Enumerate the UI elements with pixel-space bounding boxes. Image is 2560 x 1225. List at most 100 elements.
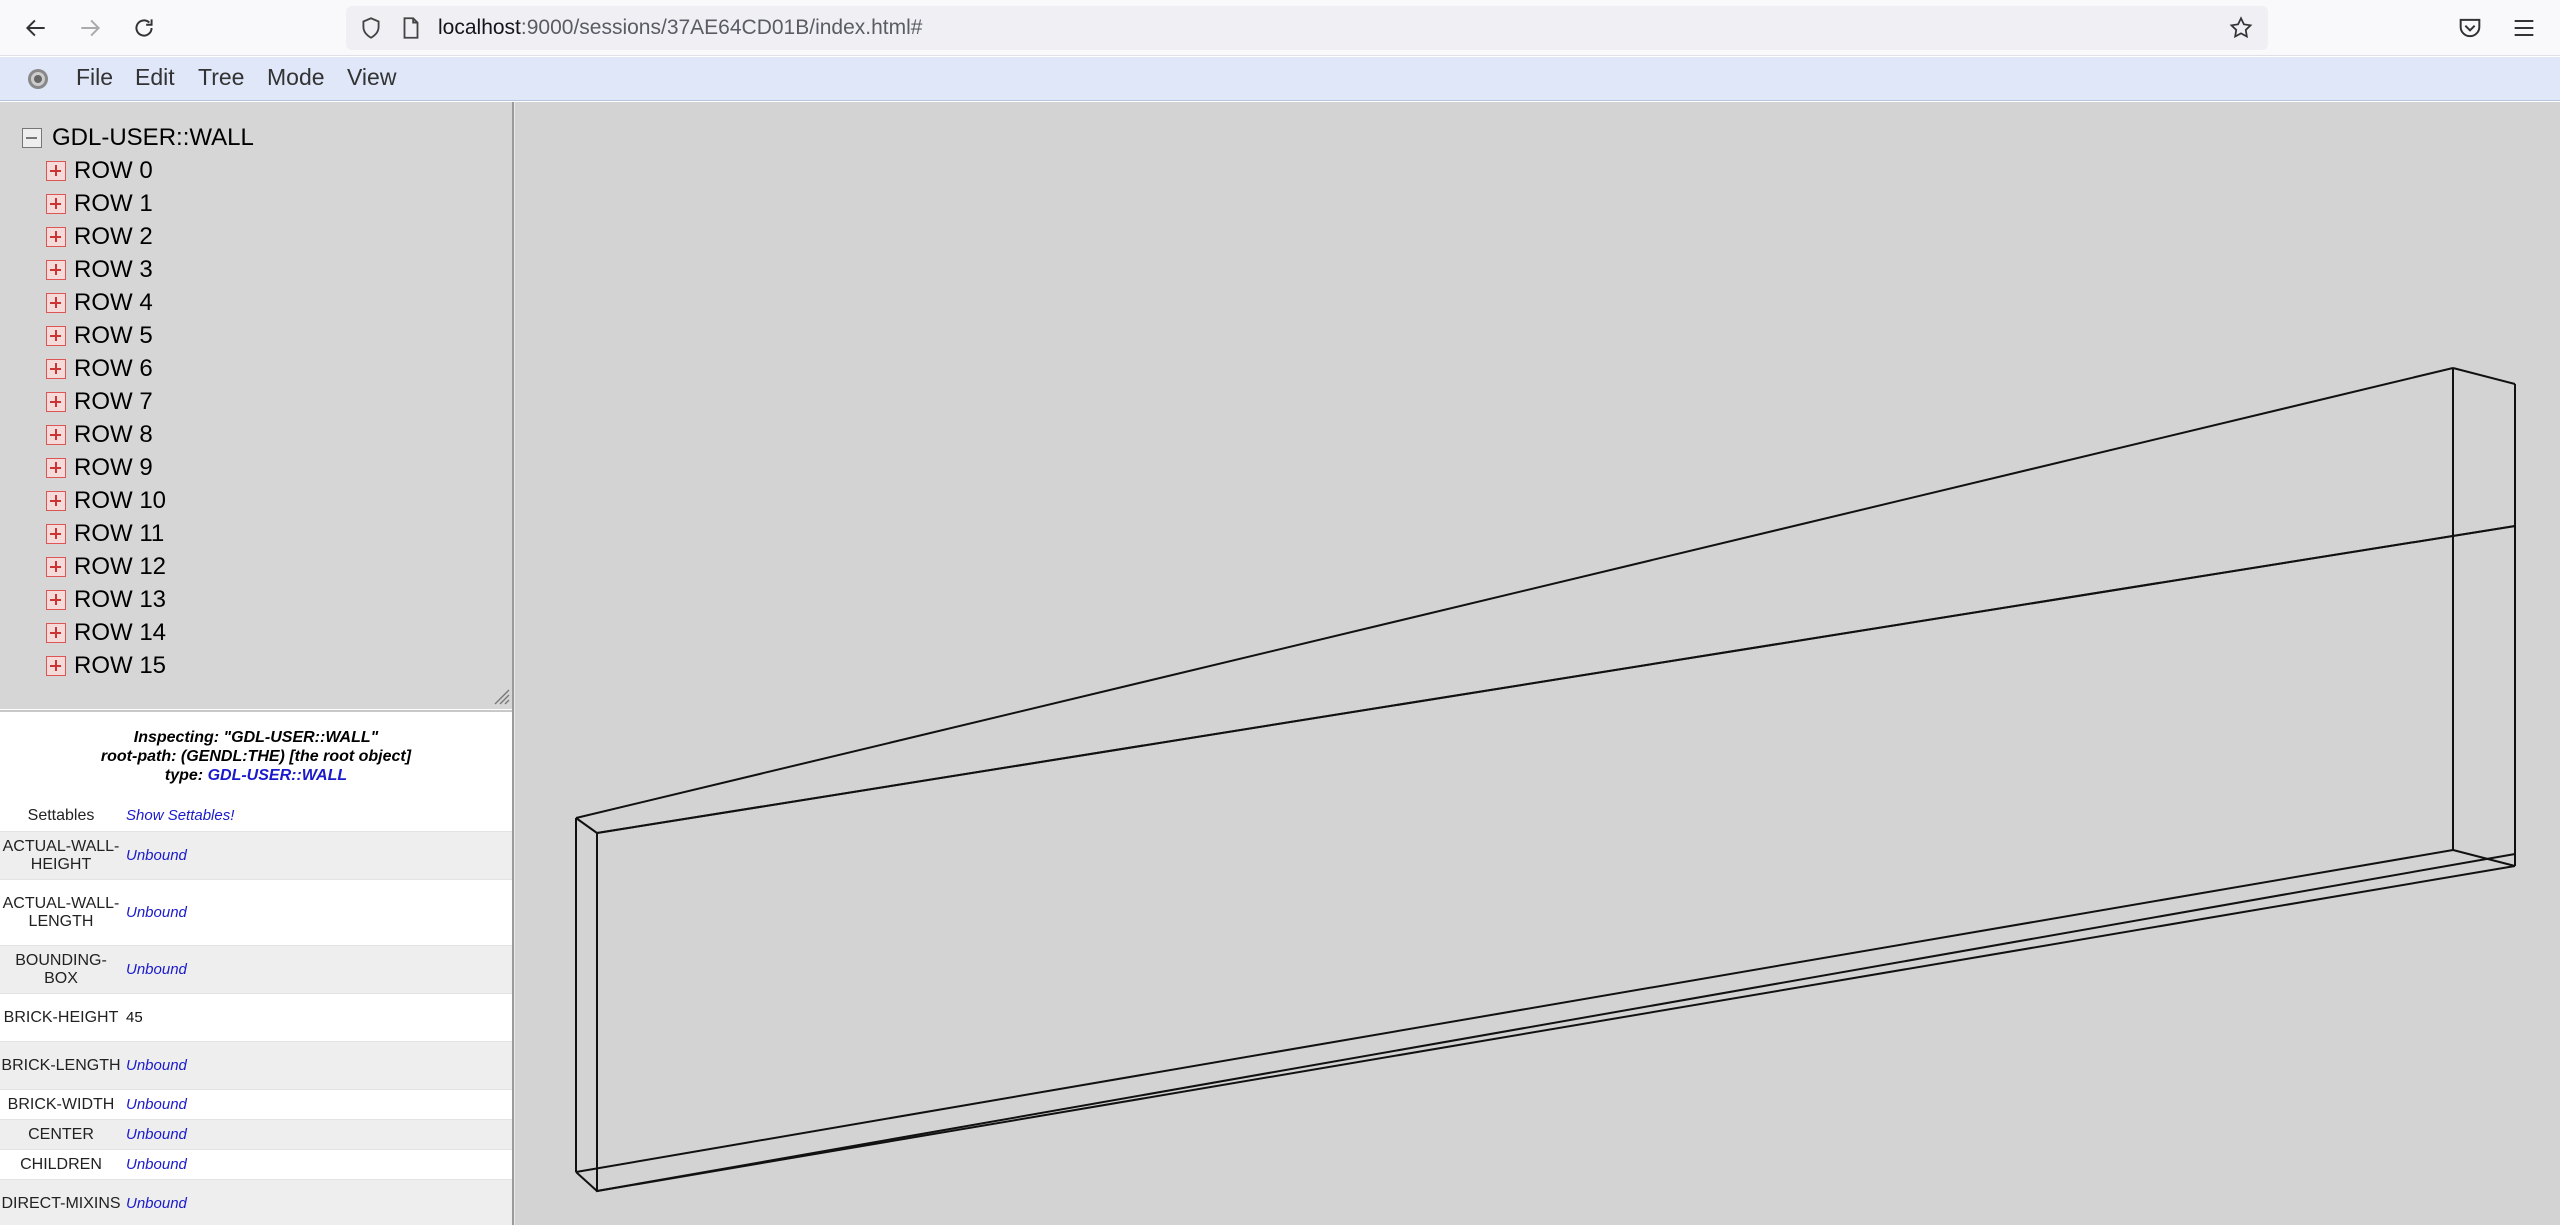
slot-value[interactable]: Unbound — [122, 1057, 187, 1074]
tree-row[interactable]: ROW 2 — [46, 223, 153, 251]
tree-row[interactable]: ROW 3 — [46, 256, 153, 284]
hamburger-menu-icon[interactable] — [2510, 14, 2538, 42]
tree-row[interactable]: ROW 11 — [46, 520, 164, 548]
slot-row: ACTUAL-WALL-LENGTH Unbound — [0, 880, 512, 946]
tree-row[interactable]: ROW 8 — [46, 421, 153, 449]
slot-name: Settables — [27, 806, 95, 824]
shield-icon[interactable] — [358, 15, 384, 41]
tree-row-label[interactable]: ROW 9 — [74, 454, 153, 482]
slot-name: ACTUAL-WALL-LENGTH — [2, 894, 120, 930]
wall-wireframe[interactable] — [515, 102, 2560, 1225]
slot-value: 45 — [126, 1009, 143, 1026]
bookmark-star-icon[interactable] — [2228, 15, 2254, 41]
expand-toggle-icon[interactable] — [46, 392, 66, 412]
tree-row-label[interactable]: ROW 2 — [74, 223, 153, 251]
expand-toggle-icon[interactable] — [46, 491, 66, 511]
tree-row[interactable]: ROW 0 — [46, 157, 153, 185]
tree-row[interactable]: ROW 15 — [46, 652, 166, 680]
wall-bottom-back-edge — [575, 849, 2454, 1173]
tree-row[interactable]: ROW 9 — [46, 454, 153, 482]
slot-value[interactable]: Unbound — [122, 1156, 187, 1173]
menu-edit[interactable]: Edit — [135, 64, 175, 91]
tree-row-label[interactable]: ROW 13 — [74, 586, 166, 614]
menu-view[interactable]: View — [347, 64, 396, 91]
tree-row[interactable]: ROW 1 — [46, 190, 153, 218]
menu-file[interactable]: File — [76, 64, 113, 91]
menu-mode[interactable]: Mode — [267, 64, 325, 91]
root-path-label: root-path: (GENDL:THE) [the root object] — [100, 748, 412, 765]
tree-row-label[interactable]: ROW 3 — [74, 256, 153, 284]
app-logo-icon — [28, 69, 48, 89]
page-icon[interactable] — [398, 15, 424, 41]
slot-name: BRICK-HEIGHT — [3, 1008, 119, 1026]
resize-grip-icon[interactable] — [490, 685, 510, 705]
pocket-icon[interactable] — [2456, 14, 2484, 42]
url-text[interactable]: localhost:9000/sessions/37AE64CD01B/inde… — [438, 16, 922, 40]
menu-tree[interactable]: Tree — [198, 64, 244, 91]
tree-row[interactable]: ROW 14 — [46, 619, 166, 647]
slot-row: CHILDREN Unbound — [0, 1150, 512, 1180]
back-button[interactable] — [18, 10, 54, 46]
collapse-toggle-icon[interactable] — [22, 128, 42, 148]
slot-value[interactable]: Unbound — [122, 1126, 187, 1143]
slot-name: BRICK-LENGTH — [1, 1056, 121, 1074]
expand-toggle-icon[interactable] — [46, 557, 66, 577]
expand-toggle-icon[interactable] — [46, 656, 66, 676]
expand-toggle-icon[interactable] — [46, 590, 66, 610]
browser-toolbar: localhost:9000/sessions/37AE64CD01B/inde… — [0, 0, 2560, 56]
slot-value[interactable]: Unbound — [122, 961, 187, 978]
tree-root-node[interactable]: GDL-USER::WALL — [22, 124, 254, 152]
expand-toggle-icon[interactable] — [46, 425, 66, 445]
tree-row[interactable]: ROW 13 — [46, 586, 166, 614]
tree-row[interactable]: ROW 4 — [46, 289, 153, 317]
tree-panel: GDL-USER::WALL ROW 0ROW 1ROW 2ROW 3ROW 4… — [0, 102, 512, 709]
url-bar[interactable]: localhost:9000/sessions/37AE64CD01B/inde… — [346, 6, 2268, 50]
tree-row[interactable]: ROW 7 — [46, 388, 153, 416]
tree-row-label[interactable]: ROW 14 — [74, 619, 166, 647]
expand-toggle-icon[interactable] — [46, 458, 66, 478]
slot-name: DIRECT-MIXINS — [1, 1194, 121, 1212]
wall-top-back-edge — [575, 367, 2454, 819]
tree-row-label[interactable]: ROW 0 — [74, 157, 153, 185]
expand-toggle-icon[interactable] — [46, 326, 66, 346]
tree-row[interactable]: ROW 12 — [46, 553, 166, 581]
expand-toggle-icon[interactable] — [46, 524, 66, 544]
tree-row-label[interactable]: ROW 12 — [74, 553, 166, 581]
tree-row[interactable]: ROW 5 — [46, 322, 153, 350]
expand-toggle-icon[interactable] — [46, 194, 66, 214]
expand-toggle-icon[interactable] — [46, 260, 66, 280]
reload-button[interactable] — [126, 10, 162, 46]
expand-toggle-icon[interactable] — [46, 293, 66, 313]
slot-value[interactable]: Unbound — [122, 1096, 187, 1113]
slot-value[interactable]: Unbound — [122, 904, 187, 921]
tree-root-label[interactable]: GDL-USER::WALL — [52, 124, 254, 152]
slot-row: ACTUAL-WALL-HEIGHT Unbound — [0, 832, 512, 880]
tree-row-label[interactable]: ROW 5 — [74, 322, 153, 350]
forward-button[interactable] — [72, 10, 108, 46]
tree-row-label[interactable]: ROW 8 — [74, 421, 153, 449]
tree-row-label[interactable]: ROW 11 — [74, 520, 164, 548]
expand-toggle-icon[interactable] — [46, 359, 66, 379]
url-host: localhost — [438, 16, 521, 39]
expand-toggle-icon[interactable] — [46, 227, 66, 247]
tree-row-label[interactable]: ROW 10 — [74, 487, 166, 515]
tree-row[interactable]: ROW 6 — [46, 355, 153, 383]
tree-row-label[interactable]: ROW 7 — [74, 388, 153, 416]
tree-row[interactable]: ROW 10 — [46, 487, 166, 515]
slot-name: BOUNDING-BOX — [15, 951, 107, 987]
tree-row-label[interactable]: ROW 6 — [74, 355, 153, 383]
tree-row-label[interactable]: ROW 4 — [74, 289, 153, 317]
expand-toggle-icon[interactable] — [46, 161, 66, 181]
wall-right-top-depth — [2452, 367, 2516, 385]
slot-value[interactable]: Unbound — [122, 1195, 187, 1212]
slot-value[interactable]: Show Settables! — [122, 807, 234, 824]
wall-front-face — [596, 524, 2516, 1193]
tree-row-label[interactable]: ROW 15 — [74, 652, 166, 680]
slot-name: CENTER — [28, 1125, 94, 1143]
tree-row-label[interactable]: ROW 1 — [74, 190, 153, 218]
expand-toggle-icon[interactable] — [46, 623, 66, 643]
type-link[interactable]: GDL-USER::WALL — [208, 767, 348, 784]
wall-top-front-edge — [596, 525, 2516, 834]
slot-value[interactable]: Unbound — [122, 847, 187, 864]
3d-viewport[interactable] — [515, 102, 2560, 1225]
